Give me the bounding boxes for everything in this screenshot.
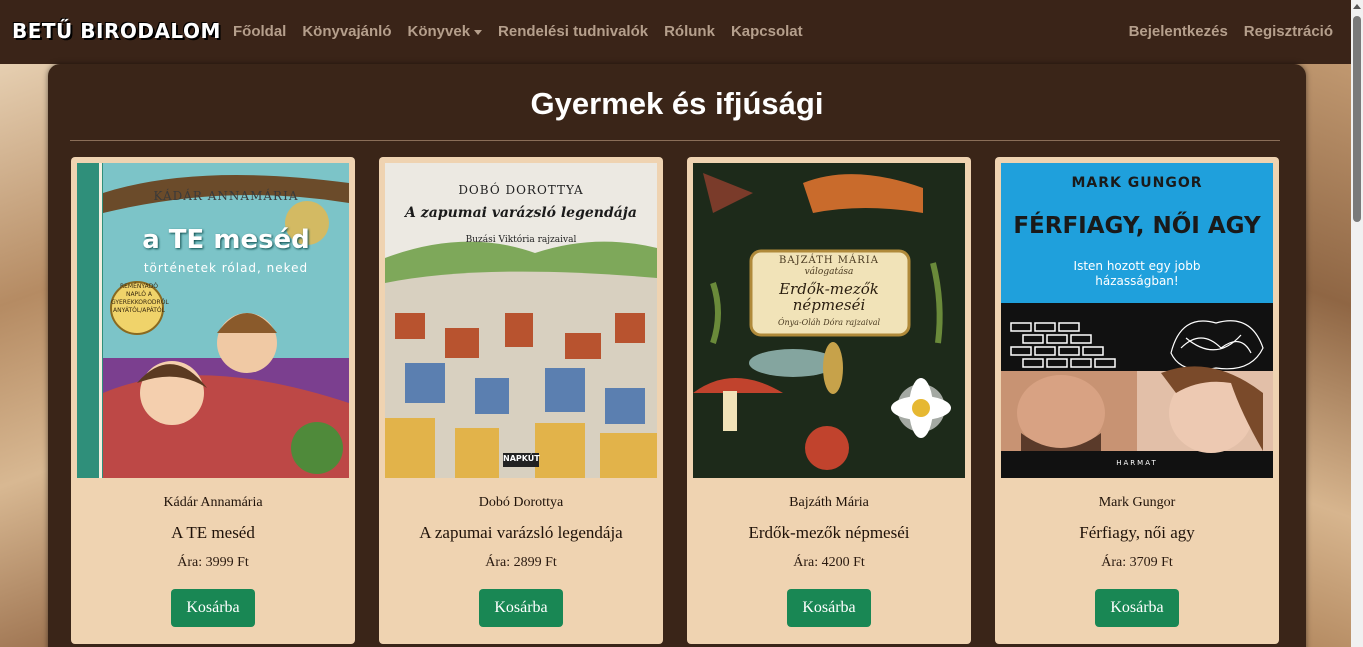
cover-author-text: DOBÓ DOROTTYA — [458, 183, 584, 197]
nav-link-contact[interactable]: Kapcsolat — [731, 23, 803, 40]
scroll-up-arrow-icon[interactable] — [1353, 4, 1361, 9]
book-title[interactable]: Erdők-mezők népmeséi — [687, 523, 971, 543]
book-card: KÁDÁR ANNAMÁRIA a TE meséd történetek ró… — [71, 157, 355, 644]
book-cover[interactable]: KÁDÁR ANNAMÁRIA a TE meséd történetek ró… — [77, 163, 349, 478]
category-panel: Gyermek és ifjúsági KÁDÁR ANNAMÁRIA a TE… — [48, 64, 1306, 647]
nav-link-home[interactable]: Főoldal — [233, 23, 286, 40]
cover-editor-text: válogatása — [804, 267, 854, 277]
nav-auth-links: Bejelentkezés Regisztráció — [1121, 23, 1341, 40]
book-author: Dobó Dorottya — [478, 495, 564, 510]
cover-title-text: FÉRFIAGY, NŐI AGY — [1013, 213, 1261, 239]
nav-link-recommendations[interactable]: Könyvajánló — [302, 23, 391, 40]
book-cover[interactable]: DOBÓ DOROTTYA A zapumai varázsló legendá… — [385, 163, 657, 478]
nav-links: Főoldal Könyvajánló Könyvek Rendelési tu… — [225, 23, 811, 40]
scrollbar-thumb[interactable] — [1353, 16, 1361, 222]
add-to-cart-button[interactable]: Kosárba — [1095, 589, 1179, 627]
cover-title-text: a TE meséd — [142, 225, 310, 255]
page-title: Gyermek és ifjúsági — [530, 86, 824, 121]
book-cover[interactable]: MARK GUNGOR FÉRFIAGY, NŐI AGY Isten hozo… — [1001, 163, 1273, 478]
book-title[interactable]: A TE meséd — [71, 523, 355, 543]
page-scrollbar[interactable] — [1351, 0, 1363, 647]
cover-publisher-text: NAPKÚT — [503, 454, 540, 463]
brand-logo[interactable]: BETŰ BIRODALOM — [12, 19, 221, 43]
navbar: BETŰ BIRODALOM Főoldal Könyvajánló Könyv… — [0, 0, 1351, 64]
book-card: DOBÓ DOROTTYA A zapumai varázsló legendá… — [379, 157, 663, 644]
register-link[interactable]: Regisztráció — [1244, 23, 1333, 40]
book-cover-art — [1001, 163, 1273, 478]
book-card: MARK GUNGOR FÉRFIAGY, NŐI AGY Isten hozo… — [995, 157, 1279, 644]
login-link[interactable]: Bejelentkezés — [1129, 23, 1228, 40]
nav-link-about[interactable]: Rólunk — [664, 23, 715, 40]
book-price: Ára: 2899 Ft — [485, 555, 557, 570]
book-title[interactable]: Férfiagy, női agy — [995, 523, 1279, 543]
cover-badge-text: REMÉNYADÓ NAPLÓ A GYEREKKORODRÓL ANYÁTÓL… — [111, 283, 169, 314]
cover-title-text: Erdők-mezők népmeséi — [779, 280, 879, 314]
cover-subtitle-text: Isten hozott egy jobb házasságban! — [1073, 259, 1201, 288]
cover-illustrator-text: Ónya-Oláh Dóra rajzaival — [777, 318, 881, 327]
book-author: Bajzáth Mária — [789, 495, 869, 510]
book-price: Ára: 4200 Ft — [793, 555, 865, 570]
book-price: Ára: 3999 Ft — [177, 555, 249, 570]
add-to-cart-button[interactable]: Kosárba — [787, 589, 871, 627]
book-author: Kádár Annamária — [163, 495, 263, 510]
cover-author-text: MARK GUNGOR — [1071, 175, 1203, 191]
nav-link-books-label: Könyvek — [407, 23, 471, 40]
title-divider — [70, 140, 1280, 141]
cover-author-text: BAJZÁTH MÁRIA — [779, 255, 879, 266]
cover-publisher-text: HARMAT — [1116, 459, 1158, 467]
caret-down-icon — [474, 29, 483, 35]
cover-subtitle-text: Buzási Viktória rajzaival — [465, 235, 577, 245]
book-price: Ára: 3709 Ft — [1101, 555, 1173, 570]
add-to-cart-button[interactable]: Kosárba — [479, 589, 563, 627]
book-cover-art — [77, 163, 349, 478]
nav-link-books-dropdown[interactable]: Könyvek — [408, 23, 483, 40]
add-to-cart-button[interactable]: Kosárba — [171, 589, 255, 627]
cover-title-text: A zapumai varázsló legendája — [405, 205, 637, 221]
nav-link-ordering-info[interactable]: Rendelési tudnivalók — [498, 23, 648, 40]
book-cover[interactable]: BAJZÁTH MÁRIA válogatása Erdők-mezők nép… — [693, 163, 965, 478]
book-author: Mark Gungor — [1098, 495, 1176, 510]
book-card: BAJZÁTH MÁRIA válogatása Erdők-mezők nép… — [687, 157, 971, 644]
cover-author-text: KÁDÁR ANNAMÁRIA — [153, 189, 299, 203]
cover-subtitle-text: történetek rólad, neked — [143, 261, 309, 275]
book-title[interactable]: A zapumai varázsló legendája — [379, 523, 663, 543]
